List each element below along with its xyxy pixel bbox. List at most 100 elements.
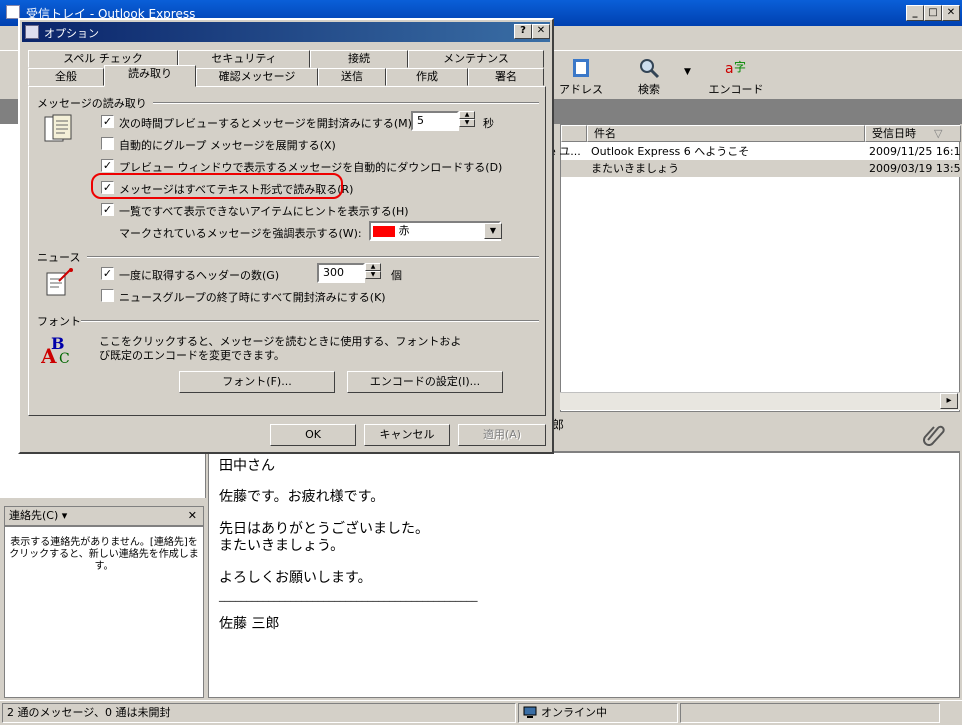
mark-read-after-preview-checkbox[interactable]: ✓ (101, 115, 114, 128)
dialog-help-button[interactable]: ? (514, 24, 532, 39)
preview-signature-rule: ________________________________________… (219, 589, 478, 602)
minimize-button[interactable]: _ (906, 5, 924, 21)
fonts-icon: ABC (40, 331, 75, 368)
message-subject: またいきましょう (591, 162, 679, 175)
reading-messages-icon (43, 113, 75, 148)
close-button[interactable]: ✕ (942, 5, 960, 21)
mark-all-read-on-exit-checkbox[interactable] (101, 289, 114, 302)
ok-button[interactable]: OK (270, 424, 356, 446)
toolbar-address-label: アドレス (559, 83, 603, 96)
contacts-close-icon[interactable]: ✕ (188, 507, 197, 525)
contacts-pane[interactable]: 表示する連絡先がありません。[連絡先]をクリックすると、新しい連絡先を作成します… (4, 526, 204, 698)
reading-group-divider (153, 102, 539, 104)
get-headers-checkbox[interactable]: ✓ (101, 267, 114, 280)
preview-pane[interactable]: 田中さん 佐藤です。お疲れ様です。 先日はありがとうございました。 またいきまし… (208, 452, 960, 698)
highlight-color-name: 赤 (398, 224, 410, 237)
status-message-count: 2 通のメッセージ、0 通は未開封 (2, 703, 516, 723)
show-tooltips-checkbox[interactable]: ✓ (101, 203, 114, 216)
column-header-received[interactable]: 受信日時 ▽ (865, 125, 961, 142)
header-count-down-arrow-icon[interactable]: ▼ (365, 271, 381, 279)
message-list[interactable]: 件名 受信日時 ▽ e ユ... Outlook Express 6 へようこそ… (549, 124, 961, 412)
fonts-button[interactable]: フォント(F)... (179, 371, 335, 393)
scroll-right-arrow-icon[interactable]: ▸ (940, 393, 958, 409)
message-from: e ユ... (549, 145, 581, 158)
options-dialog-icon (25, 25, 39, 39)
dialog-title: オプション (44, 27, 99, 40)
auto-download-preview-checkbox[interactable]: ✓ (101, 159, 114, 172)
highlight-watched-label: マークされているメッセージを強調表示する(W): (119, 227, 362, 240)
mark-read-after-preview-label[interactable]: 次の時間プレビューするとメッセージを開封済みにする(M) (119, 115, 412, 131)
tab-send[interactable]: 送信 (318, 68, 386, 86)
message-row[interactable]: またいきましょう 2009/03/19 13:50 (561, 160, 961, 177)
preview-line: またいきましょう。 (219, 538, 345, 554)
tab-compose[interactable]: 作成 (386, 68, 468, 86)
read-tab-panel: メッセージの読み取り ✓ 次の時間プレビューするとメッセージを開封済みにする(M… (28, 86, 546, 416)
tab-general[interactable]: 全般 (28, 68, 104, 86)
header-count-unit: 個 (391, 269, 402, 282)
preview-line: 田中さん (219, 458, 275, 474)
toolbar-encoding-button[interactable]: a字 エンコード (704, 57, 768, 97)
svg-text:字: 字 (734, 59, 746, 74)
tab-connection[interactable]: 接続 (310, 50, 408, 68)
seconds-down-arrow-icon[interactable]: ▼ (459, 119, 475, 127)
font-description-line2: び既定のエンコードを変更できます。 (99, 349, 285, 362)
address-book-icon (569, 57, 593, 79)
tab-security[interactable]: セキュリティ (178, 50, 310, 68)
preview-line: 佐藤 三郎 (219, 616, 280, 632)
toolbar-address-button[interactable]: アドレス (556, 57, 606, 97)
status-empty-cell (680, 703, 940, 723)
highlight-color-swatch (373, 225, 395, 237)
column-header-from[interactable] (561, 125, 587, 142)
show-tooltips-label[interactable]: 一覧ですべて表示できないアイテムにヒントを表示する(H) (119, 203, 409, 219)
red-highlight-annotation (91, 173, 343, 199)
seconds-unit: 秒 (483, 117, 494, 130)
tab-signatures[interactable]: 署名 (468, 68, 544, 86)
header-count-up-arrow-icon[interactable]: ▲ (365, 263, 381, 271)
header-count-input[interactable]: 300 (317, 263, 365, 283)
contacts-header[interactable]: 連絡先(C) ▾ ✕ (4, 506, 204, 526)
outlook-app-icon (6, 5, 20, 19)
search-dropdown-arrow-icon[interactable]: ▼ (684, 67, 691, 77)
tab-maintenance[interactable]: メンテナンス (408, 50, 544, 68)
encoding-icon: a字 (724, 57, 748, 79)
encoding-settings-button[interactable]: エンコードの設定(I)... (347, 371, 503, 393)
search-icon (637, 57, 661, 79)
highlight-color-select[interactable]: 赤 (369, 221, 501, 241)
status-online: オンライン中 (518, 703, 678, 723)
tab-receipts[interactable]: 確認メッセージ (196, 68, 318, 86)
get-headers-label[interactable]: 一度に取得するヘッダーの数(G) (119, 267, 279, 283)
column-header-received-label: 受信日時 (872, 127, 916, 140)
column-header-subject[interactable]: 件名 (587, 125, 865, 142)
attachment-paperclip-icon[interactable] (922, 422, 946, 449)
news-group-label: ニュース (37, 251, 81, 264)
toolbar-search-label: 検索 (638, 83, 660, 96)
news-icon (45, 267, 75, 300)
status-online-label: オンライン中 (541, 706, 607, 719)
toolbar-encoding-label: エンコード (708, 83, 764, 96)
message-list-horizontal-scrollbar[interactable]: ▸ (560, 392, 960, 410)
message-subject: Outlook Express 6 へようこそ (591, 145, 750, 158)
auto-expand-group-label[interactable]: 自動的にグループ メッセージを展開する(X) (119, 137, 336, 153)
preview-seconds-input[interactable]: 5 (411, 111, 459, 131)
contacts-empty-text: 表示する連絡先がありません。[連絡先]をクリックすると、新しい連絡先を作成します… (9, 537, 199, 572)
maximize-button[interactable]: □ (924, 5, 942, 21)
dialog-close-button[interactable]: ✕ (532, 24, 550, 39)
sort-indicator-icon: ▽ (934, 127, 943, 140)
font-group-label: フォント (37, 315, 81, 328)
preview-line: よろしくお願いします。 (219, 570, 372, 586)
online-computer-icon (523, 706, 537, 725)
apply-button[interactable]: 適用(A) (458, 424, 546, 446)
reading-group-label: メッセージの読み取り (37, 97, 147, 110)
preview-line: 佐藤です。お疲れ様です。 (219, 489, 385, 505)
cancel-button[interactable]: キャンセル (364, 424, 450, 446)
mark-all-read-on-exit-label[interactable]: ニュースグループの終了時にすべて開封済みにする(K) (119, 289, 386, 305)
dialog-title-bar[interactable]: オプション ? ✕ (22, 22, 550, 42)
status-bar: 2 通のメッセージ、0 通は未開封 オンライン中 (0, 700, 962, 724)
auto-expand-group-checkbox[interactable] (101, 137, 114, 150)
seconds-up-arrow-icon[interactable]: ▲ (459, 111, 475, 119)
toolbar-search-button[interactable]: 検索 (624, 57, 674, 97)
tab-read[interactable]: 読み取り (104, 65, 196, 87)
message-row[interactable]: e ユ... Outlook Express 6 へようこそ 2009/11/2… (549, 143, 961, 160)
contacts-label[interactable]: 連絡先(C) ▾ (9, 509, 67, 522)
color-dropdown-arrow-icon[interactable]: ▼ (484, 223, 502, 239)
